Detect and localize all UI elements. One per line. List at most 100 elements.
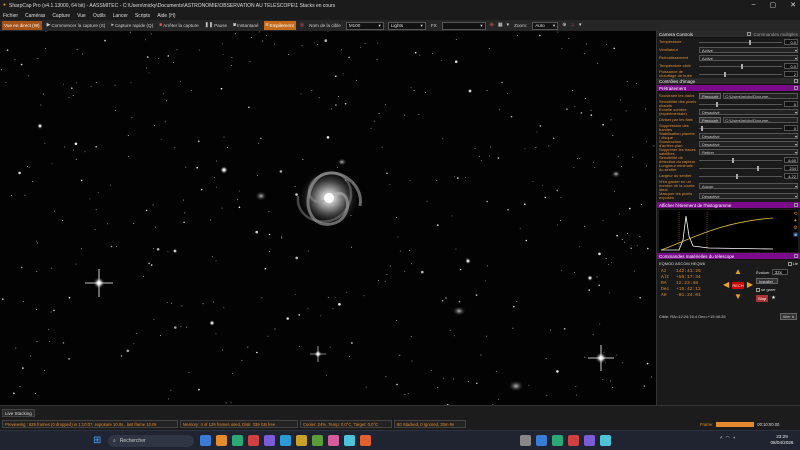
rate-select[interactable]: 32x <box>771 269 788 275</box>
menu-item-scripts[interactable]: Scripts <box>135 13 150 19</box>
maximize-icon[interactable]: ▢ <box>770 1 777 9</box>
taskbar-app-icon[interactable] <box>296 435 307 446</box>
taskbar-app-icon[interactable] <box>568 435 579 446</box>
center-button[interactable]: RECH <box>732 282 744 289</box>
zoom-select[interactable]: Auto ▾ <box>532 21 559 30</box>
chevron-down-icon[interactable]: ▾ <box>507 23 510 28</box>
satellite-select[interactable]: Retirer ▾ <box>699 149 798 155</box>
taskbar-search[interactable]: ⌕ Rechercher <box>108 435 194 447</box>
target-temp-value[interactable]: 0.0 <box>784 63 798 69</box>
trail-width-value[interactable]: 4.22 <box>784 173 798 179</box>
dark-path-field[interactable]: C:\Users\micky\Docume... <box>723 93 798 99</box>
taskbar-app-icon[interactable] <box>552 435 563 446</box>
wifi-icon[interactable]: ◠ <box>726 435 730 441</box>
stabilization-select[interactable]: Désactivé ▾ <box>699 133 798 139</box>
menu-item-capture[interactable]: Capture <box>52 13 70 19</box>
hot-pixel-value[interactable]: 5 <box>784 101 798 107</box>
taskbar-app-icon[interactable] <box>600 435 611 446</box>
taskbar-app-icon[interactable] <box>312 435 323 446</box>
minimize-icon[interactable]: – <box>752 1 756 9</box>
linked-toggle[interactable]: Lié <box>787 261 798 266</box>
keep-select[interactable]: Aucun ▾ <box>699 183 798 189</box>
browse-flat-button[interactable]: Parcourir <box>699 117 722 123</box>
taskbar-app-icon[interactable] <box>344 435 355 446</box>
banding-slider[interactable] <box>699 125 782 131</box>
fan-select[interactable]: Activé ▾ <box>699 47 798 53</box>
taskbar-app-icon[interactable] <box>216 435 227 446</box>
crosshair-icon[interactable]: ⊕ <box>490 23 494 28</box>
multiple-controls-toggle[interactable]: Commandes multiples <box>747 32 798 37</box>
telescope-header[interactable]: Commandes matérielles du télescope <box>657 253 800 260</box>
temperature-slider[interactable] <box>699 39 782 45</box>
quick-capture-button[interactable]: ▸ Capture rapide (Q) <box>110 21 154 30</box>
gear-icon[interactable]: ⚙ <box>793 226 798 231</box>
taskbar-app-icon[interactable] <box>520 435 531 446</box>
target-temp-slider[interactable] <box>699 63 782 69</box>
detection-slider[interactable] <box>699 157 782 163</box>
zoom-in-icon[interactable]: ⊕ <box>562 23 566 28</box>
goto-target-field[interactable]: Cible: RA=12:24:16.4 Dec=+15:40:25 <box>659 314 726 319</box>
live-view-button[interactable]: Vue en direct (W) <box>2 21 42 30</box>
banding-value[interactable]: 0 <box>784 125 798 131</box>
stacking-button[interactable]: ≡ Empilement <box>263 21 296 30</box>
taskbar-app-icon[interactable] <box>248 435 259 446</box>
target-name-field[interactable]: M100 ▾ <box>345 21 384 30</box>
taskbar-app-icon[interactable] <box>328 435 339 446</box>
camera-controls-header[interactable]: Camera Controls Commandes multiples <box>657 31 800 38</box>
menu-item-vue[interactable]: Vue <box>77 13 86 19</box>
grid-icon[interactable]: ▦ <box>498 23 503 28</box>
snapshot-button[interactable]: ◙ Instantané <box>232 21 260 30</box>
trail-width-slider[interactable] <box>699 173 782 179</box>
histogram-plot[interactable]: ⟲ ✦ ⚙ ▣ <box>659 210 798 252</box>
taskbar-app-icon[interactable] <box>232 435 243 446</box>
windows-start-icon[interactable]: ⊞ <box>93 435 104 446</box>
collapse-icon[interactable] <box>794 254 798 258</box>
dew-heater-slider[interactable] <box>699 71 782 77</box>
goto-button[interactable]: Aller à <box>779 313 797 320</box>
install-button[interactable]: Installer <box>756 278 778 284</box>
taskbar-app-icon[interactable] <box>280 435 291 446</box>
start-capture-button[interactable]: ▶ Commencer la capture (S) <box>46 21 107 30</box>
pause-button[interactable]: ❚❚ Pause <box>204 21 228 30</box>
fx-select[interactable]: ▾ <box>441 21 486 30</box>
cooler-select[interactable]: Activé ▾ <box>699 55 798 61</box>
background-select[interactable]: Désactivé ▾ <box>699 141 798 147</box>
speaker-icon[interactable]: ◖ <box>733 435 736 441</box>
arrow-right-icon[interactable]: ▶ <box>747 281 753 289</box>
menu-item-lancer[interactable]: Lancer <box>113 13 128 19</box>
arrow-left-icon[interactable]: ◀ <box>723 281 729 289</box>
dew-heater-value[interactable]: 2 <box>784 71 798 77</box>
collapse-icon[interactable] <box>794 79 798 83</box>
frame-type-select[interactable]: Lights ▾ <box>387 21 426 30</box>
chevron-down-icon[interactable]: ▾ <box>579 23 582 28</box>
histogram-header[interactable]: Afficher l'étirement de l'histogramme <box>657 202 800 209</box>
stop-capture-button[interactable]: ■ Arrêter la capture <box>158 21 200 30</box>
stop-slew-button[interactable]: Stop <box>756 295 769 302</box>
taskbar-app-icon[interactable] <box>360 435 371 446</box>
dark-scale-select[interactable]: Désactivé ▾ <box>699 109 798 115</box>
auto-stretch-icon[interactable]: ✦ <box>793 219 798 224</box>
taskbar-app-icon[interactable] <box>200 435 211 446</box>
fire-icon[interactable]: ♨ <box>570 23 574 28</box>
mask-select[interactable]: Désactivé ▾ <box>699 193 798 199</box>
detection-value[interactable]: 8.60 <box>784 157 798 163</box>
menu-item-cameras[interactable]: Caméras <box>25 13 45 19</box>
hot-pixel-slider[interactable] <box>699 101 782 107</box>
chevron-up-icon[interactable]: ˄ <box>720 435 723 441</box>
min-trail-slider[interactable] <box>699 165 782 171</box>
collapse-icon[interactable] <box>794 203 798 207</box>
preprocessing-header[interactable]: Prétraitement <box>657 85 800 92</box>
save-icon[interactable]: ▣ <box>793 233 798 238</box>
min-trail-value[interactable]: 234 <box>784 165 798 171</box>
star-icon[interactable]: ★ <box>771 296 775 301</box>
park-toggle[interactable]: se garer <box>756 287 798 292</box>
taskbar-app-icon[interactable] <box>264 435 275 446</box>
flat-path-field[interactable]: C:\Users\micky\Docume... <box>723 117 798 123</box>
taskbar-app-icon[interactable] <box>584 435 595 446</box>
taskbar-app-icon[interactable] <box>536 435 547 446</box>
menu-item-aide[interactable]: Aide (H) <box>157 13 175 19</box>
arrow-up-icon[interactable]: ▲ <box>734 268 742 276</box>
close-icon[interactable]: ✕ <box>790 1 796 9</box>
live-stacking-tab[interactable]: Live Stacking <box>2 409 35 417</box>
menu-item-fichier[interactable]: Fichier <box>3 13 18 19</box>
